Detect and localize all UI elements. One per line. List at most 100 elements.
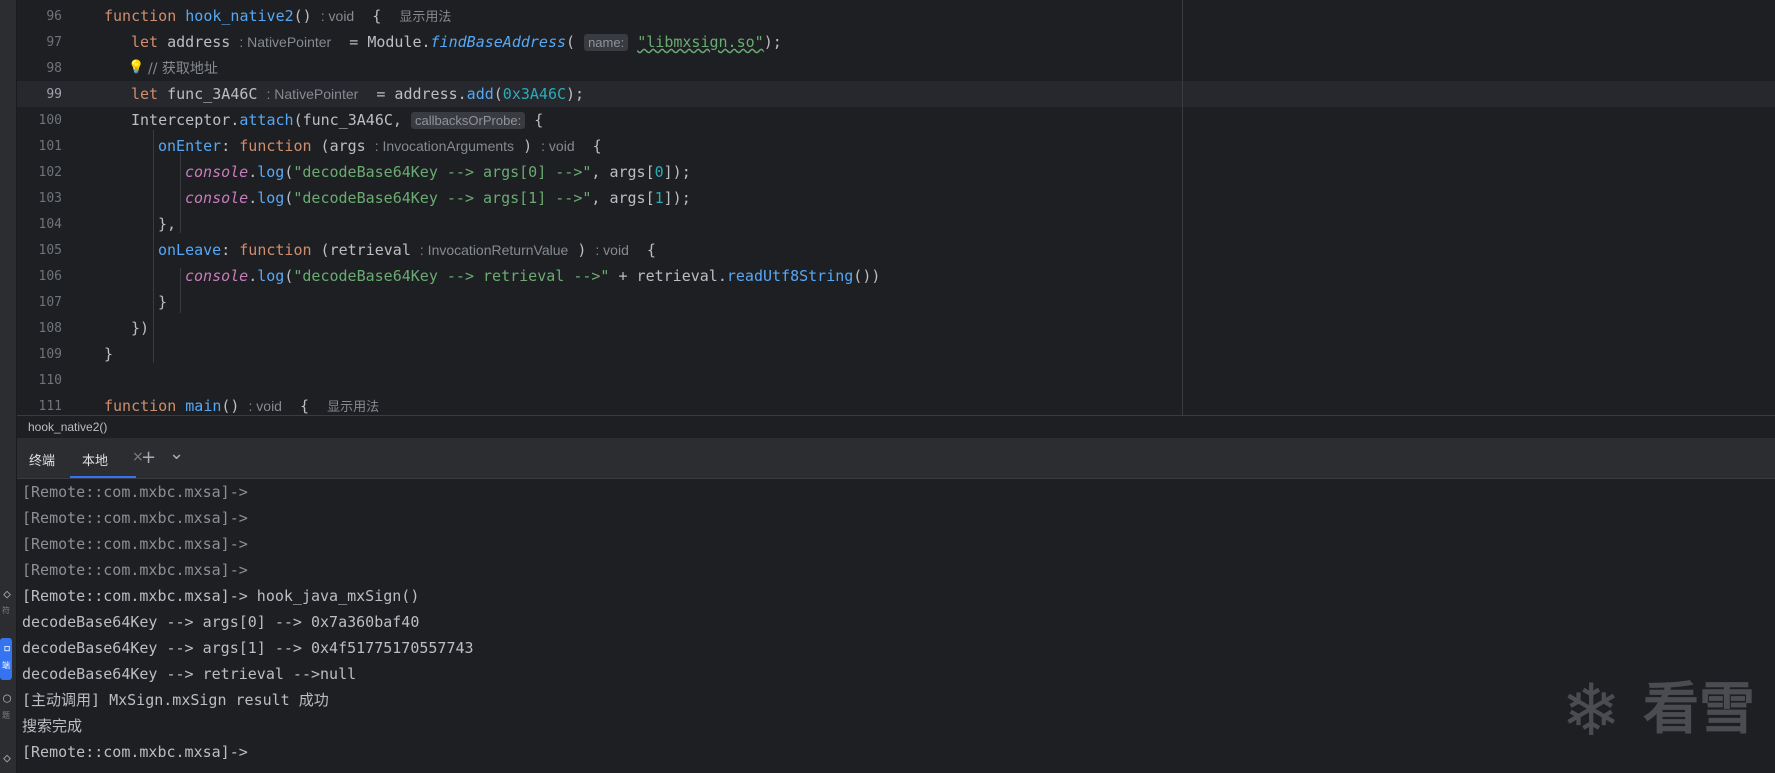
tool-window-sidebar: ◇ 符 ▫ 端 ◯ 题 ◇	[0, 0, 17, 773]
terminal-output[interactable]: [Remote::com.mxbc.mxsa]-> [Remote::com.m…	[17, 479, 1775, 773]
terminal-line: decodeBase64Key --> args[1] --> 0x4f5177…	[22, 639, 474, 657]
code-line-96[interactable]: function hook_native2() : void { 显示用法	[104, 3, 1775, 29]
code-line-98[interactable]: // 获取地址	[148, 55, 1775, 81]
type-hint: : InvocationArguments	[374, 138, 515, 154]
token-brace: {	[372, 7, 382, 25]
terminal-line[interactable]: [Remote::com.mxbc.mxsa]->	[22, 739, 248, 765]
line-number: 111	[38, 399, 62, 414]
terminal-line: [Remote::com.mxbc.mxsa]->	[22, 561, 248, 579]
token-method: log	[257, 189, 285, 207]
line-number: 100	[38, 113, 62, 128]
line-number: 103	[38, 191, 62, 206]
line-number: 104	[38, 217, 62, 232]
chevron-down-icon[interactable]: ⌄	[169, 443, 184, 464]
line-number: 110	[38, 373, 62, 388]
token-mid: , args[	[591, 189, 655, 207]
token-mid: , args[	[591, 163, 655, 181]
code-line-100[interactable]: Interceptor.attach(func_3A46C, callbacks…	[131, 107, 1775, 133]
terminal-icon[interactable]: ▫	[0, 642, 14, 656]
sidebar-label-terminal: 端	[2, 661, 10, 670]
sidebar-label-problems: 题	[2, 711, 10, 720]
terminal-line: [Remote::com.mxbc.mxsa]->	[22, 535, 248, 553]
code-line-105[interactable]: onLeave: function (retrieval : Invocatio…	[158, 237, 1775, 263]
token-close: ]);	[663, 189, 691, 207]
return-type-hint: : void	[541, 138, 575, 154]
token-method: add	[466, 85, 494, 103]
type-hint: : void	[320, 8, 355, 24]
token-paren: ()	[221, 397, 240, 415]
services-icon[interactable]: ◇	[0, 752, 14, 766]
token-method: findBaseAddress	[430, 33, 567, 51]
token-brace: {	[300, 397, 310, 415]
token-object: Interceptor.	[131, 111, 240, 129]
code-line-101[interactable]: onEnter: function (args : InvocationArgu…	[158, 133, 1775, 159]
code-line-106[interactable]: console.log("decodeBase64Key --> retriev…	[185, 263, 1775, 289]
tab-local[interactable]: 本地 ×	[70, 438, 152, 478]
token-keyword: function	[239, 137, 312, 155]
token-paren: (	[566, 33, 576, 51]
token-brace: {	[592, 137, 602, 155]
token-dot: .	[248, 163, 258, 181]
token-keyword: let	[131, 85, 159, 103]
breadcrumb-item[interactable]: hook_native2()	[28, 420, 107, 434]
code-line-104[interactable]: },	[158, 211, 1775, 237]
bulb-icon[interactable]: 💡	[128, 60, 144, 75]
token-global: console	[185, 267, 249, 285]
token-brace: {	[534, 111, 544, 129]
token-method: attach	[239, 111, 294, 129]
token-global: console	[185, 163, 249, 181]
code-editor[interactable]: 96 97 98 99 100 101 102 103 104 105 106 …	[17, 0, 1775, 415]
line-number: 101	[38, 139, 62, 154]
token-property: onLeave	[158, 241, 222, 259]
token-method: log	[257, 267, 285, 285]
code-line-111[interactable]: function main() : void { 显示用法	[104, 393, 1775, 415]
token-method: readUtf8String	[726, 267, 854, 285]
type-hint: : InvocationReturnValue	[419, 242, 569, 258]
token-close: );	[763, 33, 782, 51]
token-assignment: = Module.	[349, 33, 431, 51]
code-line-102[interactable]: console.log("decodeBase64Key --> args[0]…	[185, 159, 1775, 185]
code-line-109[interactable]: }	[104, 341, 1775, 367]
plus-icon[interactable]: +	[141, 447, 156, 468]
token-property: onEnter	[158, 137, 222, 155]
problems-icon[interactable]: ◯	[0, 692, 14, 706]
line-number: 96	[46, 9, 62, 24]
token-function-name: hook_native2	[185, 7, 294, 25]
token-paren: ()	[293, 7, 312, 25]
token-comment: // 获取地址	[148, 61, 218, 77]
line-number: 97	[46, 35, 62, 50]
token-keyword: function	[104, 397, 177, 415]
token-number: 0x3A46C	[502, 85, 567, 103]
breadcrumb[interactable]: hook_native2()	[17, 415, 1775, 439]
sidebar-label-structure: 符	[2, 606, 10, 615]
code-line-108[interactable]: })	[131, 315, 1775, 341]
token-dot: .	[248, 267, 258, 285]
token-params: (retrieval	[311, 241, 411, 259]
show-usages-link[interactable]: 显示用法	[399, 10, 451, 25]
code-icon[interactable]: ◇	[0, 588, 14, 602]
show-usages-link[interactable]: 显示用法	[327, 400, 379, 415]
token-close: );	[566, 85, 585, 103]
token-number: 1	[654, 189, 664, 207]
type-hint: : NativePointer	[266, 86, 359, 102]
token-colon: :	[221, 137, 240, 155]
token-keyword: function	[104, 7, 177, 25]
line-number: 108	[38, 321, 62, 336]
code-line-107[interactable]: }	[158, 289, 1775, 315]
snowflake-logo-icon: ❄	[1561, 668, 1622, 752]
terminal-line: decodeBase64Key --> retrieval -->null	[22, 665, 357, 683]
code-line-97[interactable]: let address : NativePointer = Module.fin…	[131, 29, 1775, 55]
type-hint: : void	[248, 398, 282, 414]
token-paren: (	[493, 85, 503, 103]
watermark-logo: ❄ 看雪	[1561, 672, 1761, 748]
code-line-103[interactable]: console.log("decodeBase64Key --> args[1]…	[185, 185, 1775, 211]
line-number: 98	[46, 61, 62, 76]
line-number: 107	[38, 295, 62, 310]
token-string: "decodeBase64Key --> args[0] -->"	[293, 163, 592, 181]
code-line-99[interactable]: let func_3A46C : NativePointer = address…	[131, 81, 1775, 107]
return-type-hint: : void	[595, 242, 629, 258]
watermark-text: 看雪	[1643, 677, 1755, 742]
terminal-panel-title: 终端	[29, 454, 56, 469]
token-string: "decodeBase64Key --> retrieval -->"	[293, 267, 610, 285]
terminal-line: 搜索完成	[22, 717, 83, 735]
